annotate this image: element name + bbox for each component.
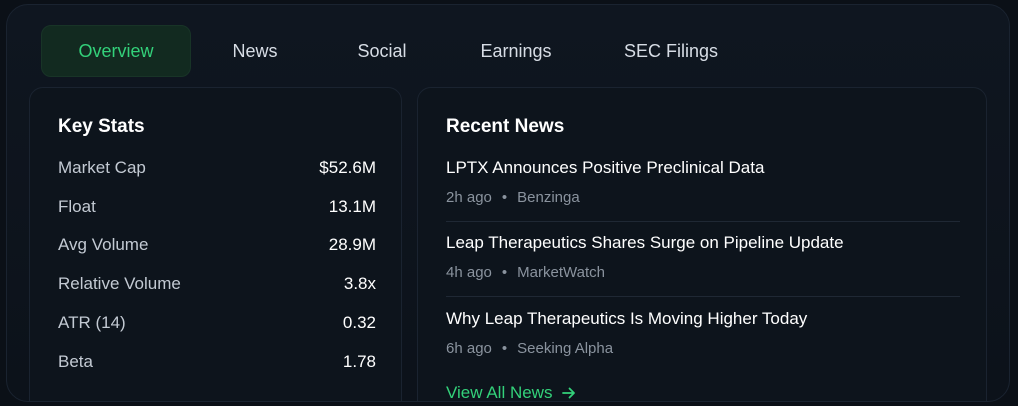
stat-value: 0.32 bbox=[342, 313, 376, 332]
news-meta: 4h ago • MarketWatch bbox=[446, 264, 605, 281]
stat-value: $52.6M bbox=[319, 158, 376, 177]
news-headline[interactable]: LPTX Announces Positive Preclinical Data bbox=[446, 158, 764, 178]
tab-news[interactable]: News bbox=[191, 25, 319, 77]
key-stats-card: Key Stats Market Cap $52.6M Float 13.1M … bbox=[29, 87, 402, 401]
tab-earnings[interactable]: Earnings bbox=[445, 25, 587, 77]
news-item[interactable]: Why Leap Therapeutics Is Moving Higher T… bbox=[446, 309, 960, 379]
stat-label: Avg Volume bbox=[58, 235, 149, 254]
recent-news-title: Recent News bbox=[446, 116, 565, 137]
stat-row-beta: Beta 1.78 bbox=[58, 352, 376, 372]
news-item[interactable]: LPTX Announces Positive Preclinical Data… bbox=[446, 158, 960, 228]
news-headline[interactable]: Leap Therapeutics Shares Surge on Pipeli… bbox=[446, 233, 844, 253]
tab-sec-filings[interactable]: SEC Filings bbox=[587, 25, 755, 77]
news-source: Seeking Alpha bbox=[517, 340, 614, 357]
stat-row-avg-volume: Avg Volume 28.9M bbox=[58, 235, 376, 255]
stat-value: 1.78 bbox=[342, 352, 376, 371]
news-meta: 6h ago • Seeking Alpha bbox=[446, 340, 613, 357]
news-meta: 2h ago • Benzinga bbox=[446, 189, 580, 206]
view-all-news-label: View All News bbox=[446, 383, 553, 402]
stat-label: Relative Volume bbox=[58, 274, 181, 293]
tab-overview[interactable]: Overview bbox=[41, 25, 191, 77]
key-stats-title: Key Stats bbox=[58, 116, 145, 137]
stat-value: 13.1M bbox=[328, 197, 376, 216]
stat-row-market-cap: Market Cap $52.6M bbox=[58, 158, 376, 178]
news-item[interactable]: Leap Therapeutics Shares Surge on Pipeli… bbox=[446, 233, 960, 303]
stat-label: Market Cap bbox=[58, 158, 146, 177]
stat-label: Float bbox=[58, 197, 96, 216]
news-time: 2h ago bbox=[446, 189, 492, 206]
view-all-news-link[interactable]: View All News bbox=[446, 383, 576, 402]
news-headline[interactable]: Why Leap Therapeutics Is Moving Higher T… bbox=[446, 309, 807, 329]
stat-row-float: Float 13.1M bbox=[58, 197, 376, 217]
recent-news-card: Recent News LPTX Announces Positive Prec… bbox=[417, 87, 987, 402]
separator-dot: • bbox=[501, 189, 508, 206]
news-time: 4h ago bbox=[446, 264, 492, 281]
separator-dot: • bbox=[501, 264, 508, 281]
divider bbox=[446, 221, 960, 222]
stat-value: 3.8x bbox=[343, 274, 376, 293]
separator-dot: • bbox=[501, 340, 508, 357]
news-source: Benzinga bbox=[517, 189, 580, 206]
tab-social[interactable]: Social bbox=[319, 25, 445, 77]
stat-row-atr: ATR (14) 0.32 bbox=[58, 313, 376, 333]
stat-value: 28.9M bbox=[328, 235, 376, 254]
news-source: MarketWatch bbox=[517, 264, 605, 281]
stat-label: ATR (14) bbox=[58, 313, 126, 332]
stat-row-relative-volume: Relative Volume 3.8x bbox=[58, 274, 376, 294]
tab-bar: Overview News Social Earnings SEC Filing… bbox=[41, 25, 755, 77]
arrow-right-icon bbox=[562, 387, 576, 399]
stock-detail-panel: Overview News Social Earnings SEC Filing… bbox=[6, 4, 1010, 402]
news-time: 6h ago bbox=[446, 340, 492, 357]
stat-label: Beta bbox=[58, 352, 93, 371]
divider bbox=[446, 296, 960, 297]
